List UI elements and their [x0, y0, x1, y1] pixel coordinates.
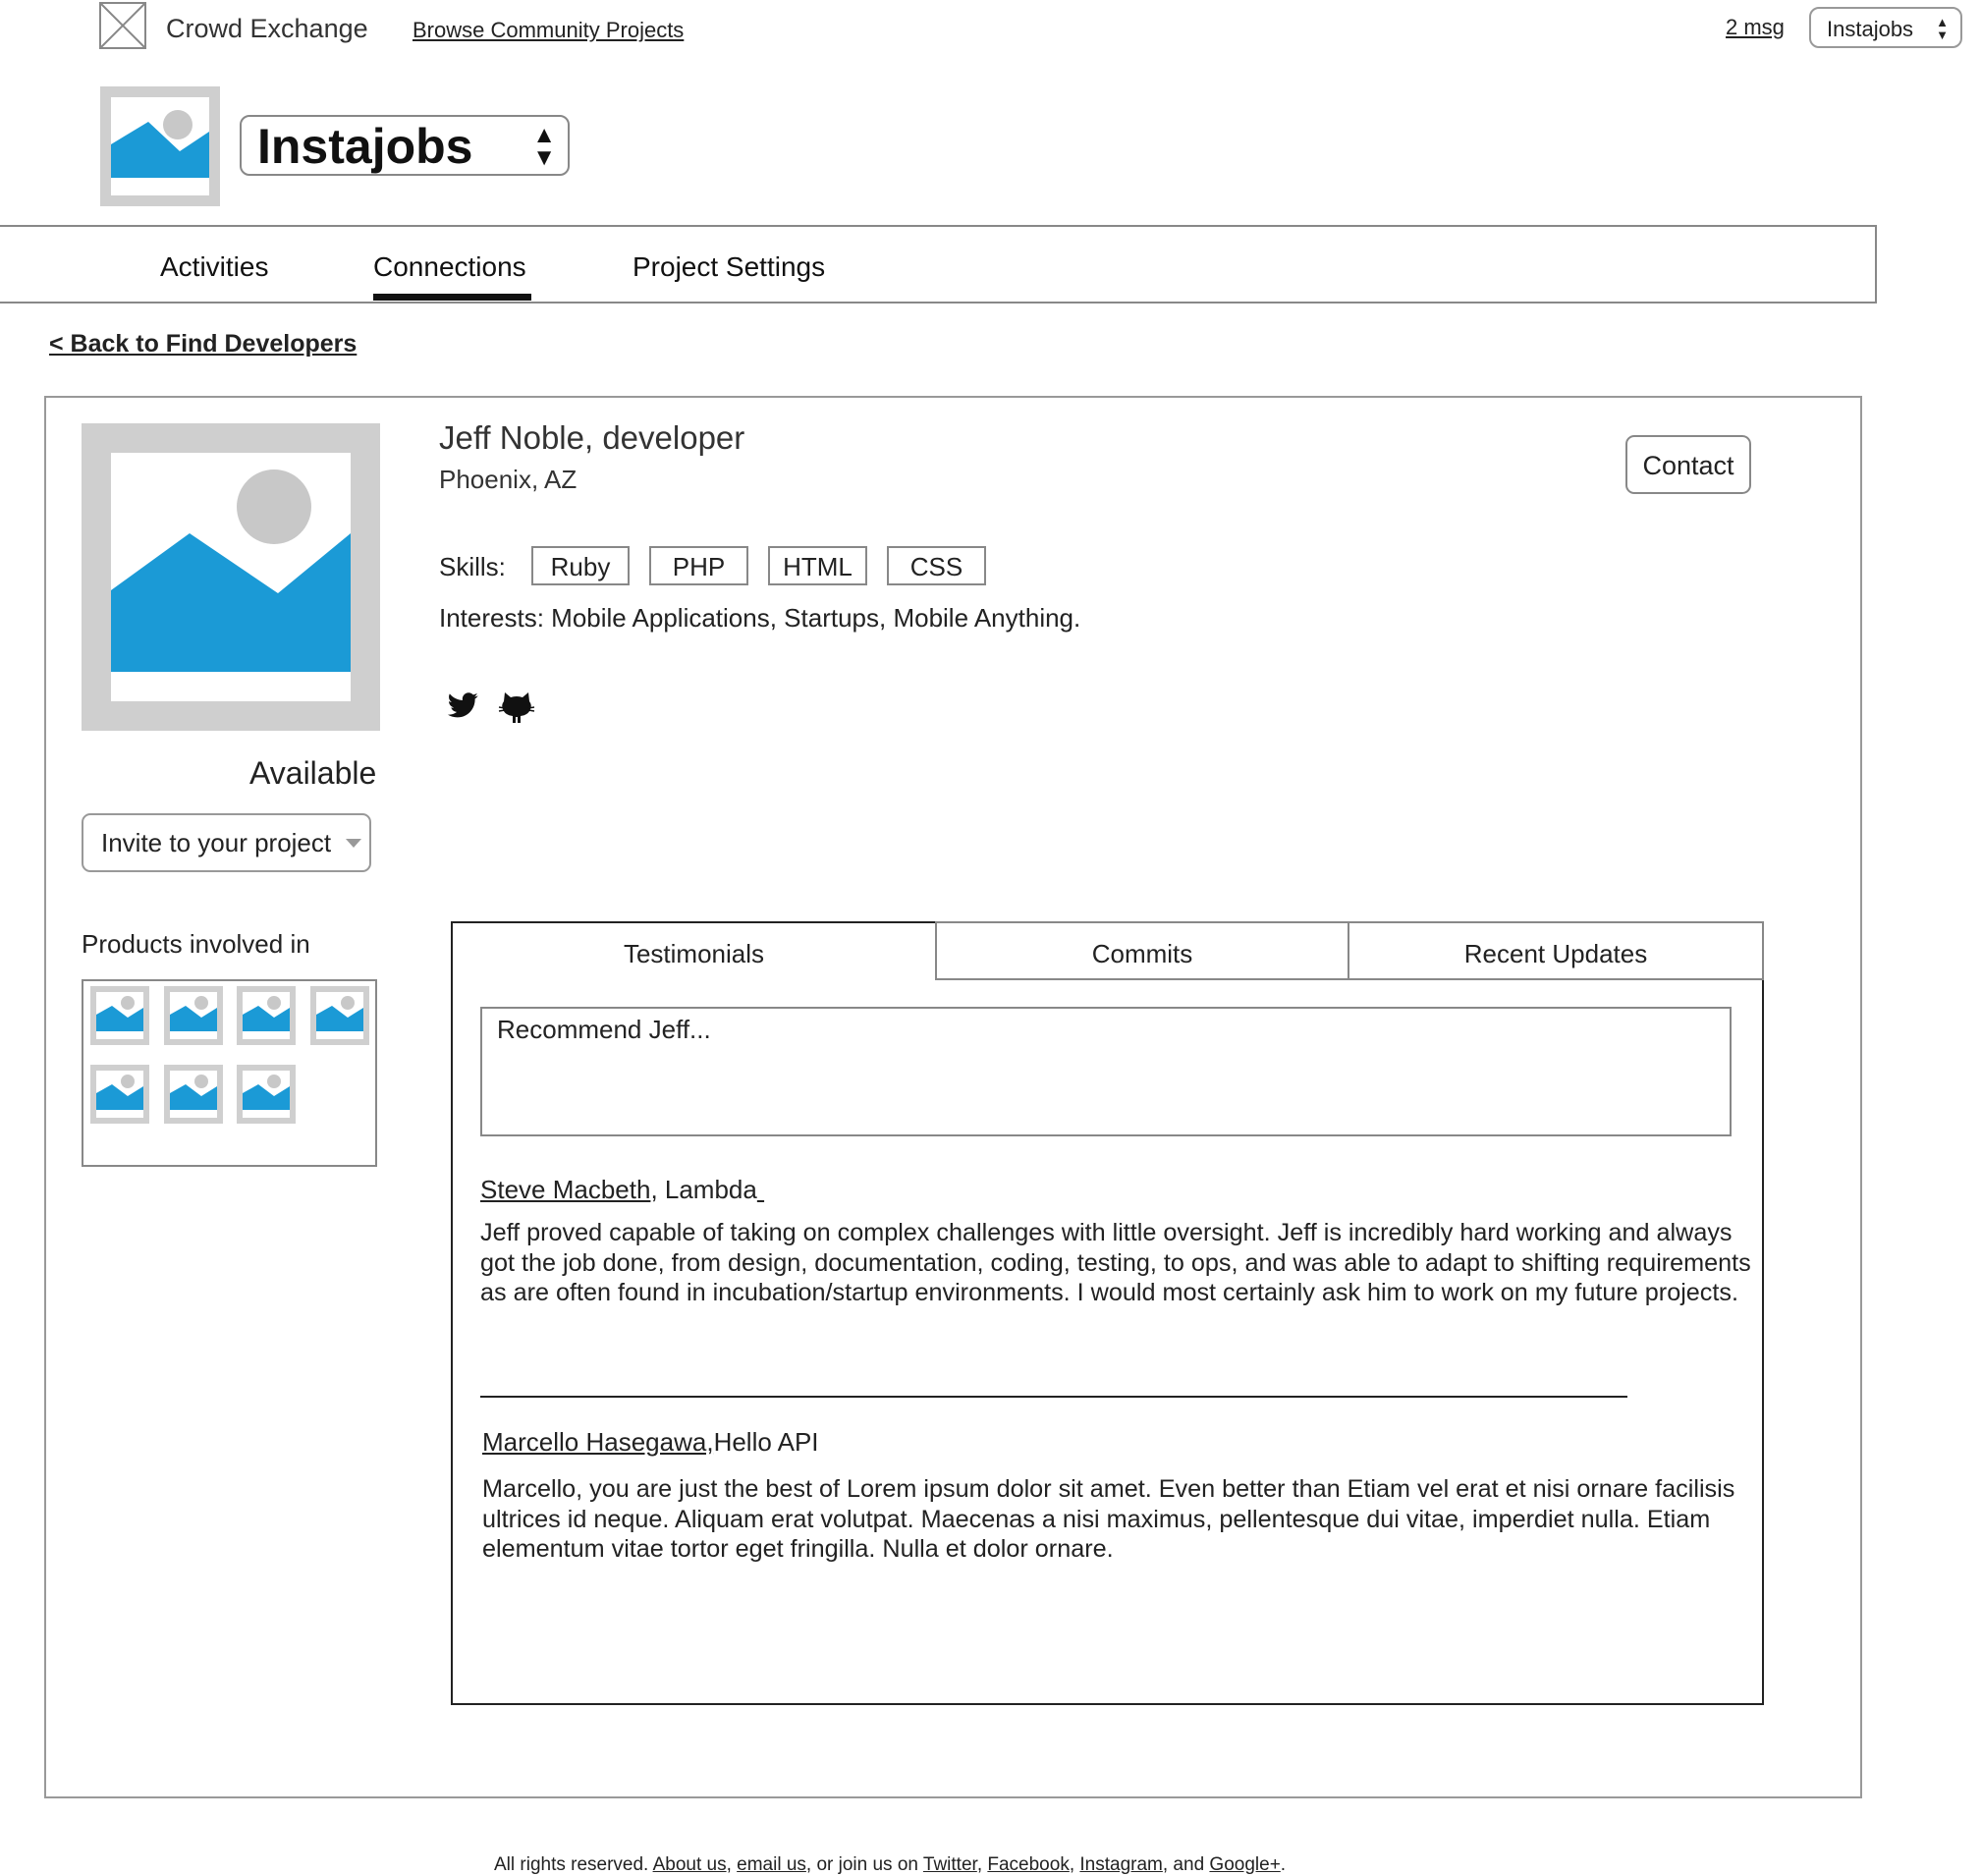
invite-select-label: Invite to your project: [101, 828, 332, 857]
product-thumbnail[interactable]: [90, 1065, 149, 1124]
footer-email-link[interactable]: email us: [737, 1854, 806, 1875]
testimonial-org: Hello API: [713, 1427, 819, 1457]
footer-facebook-link[interactable]: Facebook: [987, 1854, 1069, 1875]
footer-text: ,: [1069, 1854, 1080, 1875]
product-thumbnail[interactable]: [237, 986, 296, 1045]
footer-text: , and: [1162, 1854, 1210, 1875]
testimonial-body: Jeff proved capable of taking on complex…: [480, 1219, 1751, 1306]
tab-project-settings[interactable]: Project Settings: [633, 251, 825, 283]
invite-to-project-select[interactable]: Invite to your project: [82, 813, 371, 872]
select-arrows-icon: ▲ ▼: [532, 122, 556, 171]
skill-tag: Ruby: [531, 546, 630, 585]
footer-twitter-link[interactable]: Twitter: [923, 1854, 977, 1875]
project-select-label: Instajobs: [257, 119, 473, 174]
back-to-find-developers-link[interactable]: < Back to Find Developers: [49, 330, 357, 359]
twitter-icon[interactable]: [447, 690, 479, 722]
tab-activities[interactable]: Activities: [160, 251, 268, 283]
browse-projects-link[interactable]: Browse Community Projects: [413, 18, 684, 43]
footer-text: , or join us on: [805, 1854, 923, 1875]
chevron-down-icon: [346, 839, 361, 848]
footer: All rights reserved. About us, email us,…: [494, 1854, 1286, 1876]
tab-testimonials[interactable]: Testimonials: [451, 921, 937, 980]
footer-text: ,: [976, 1854, 988, 1875]
product-thumbnail[interactable]: [237, 1065, 296, 1124]
avatar: [82, 423, 380, 731]
skill-tag: CSS: [887, 546, 986, 585]
project-select[interactable]: Instajobs ▲ ▼: [240, 115, 570, 176]
testimonial-body: Marcello, you are just the best of Lorem…: [482, 1475, 1735, 1563]
project-image-placeholder: [100, 86, 220, 206]
product-thumbnail[interactable]: [163, 986, 223, 1045]
logo-icon: [99, 2, 146, 49]
tab-connections[interactable]: Connections: [373, 251, 526, 283]
skill-tag: HTML: [768, 546, 867, 585]
testimonial-author-link[interactable]: Steve Macbeth: [480, 1175, 650, 1204]
footer-google-link[interactable]: Google+: [1209, 1854, 1280, 1875]
testimonial-author-link[interactable]: Marcello Hasegawa,: [482, 1427, 714, 1457]
footer-instagram-link[interactable]: Instagram: [1079, 1854, 1162, 1875]
app-name: Crowd Exchange: [166, 14, 368, 43]
product-thumbnail[interactable]: [90, 986, 149, 1045]
availability-status: Available: [249, 755, 377, 791]
developer-name: Jeff Noble, developer: [439, 419, 745, 456]
footer-text: ,: [726, 1854, 738, 1875]
skill-tag: PHP: [649, 546, 748, 585]
testimonial-divider: [480, 1396, 1627, 1398]
active-tab-indicator: [373, 294, 531, 301]
product-thumbnail[interactable]: [163, 1065, 223, 1124]
recommend-textarea[interactable]: Recommend Jeff...: [480, 1007, 1732, 1136]
products-label: Products involved in: [82, 929, 310, 959]
testimonial-header: Steve Macbeth, Lambda: [480, 1175, 764, 1205]
footer-text: .: [1280, 1854, 1287, 1875]
product-thumbnail[interactable]: [309, 986, 369, 1045]
testimonial-org: , Lambda: [650, 1175, 757, 1204]
testimonial-header: Marcello Hasegawa,Hello API: [482, 1427, 819, 1458]
products-grid: [82, 979, 377, 1167]
messages-link[interactable]: 2 msg: [1726, 15, 1785, 40]
contact-button[interactable]: Contact: [1625, 435, 1751, 494]
github-icon[interactable]: [497, 687, 536, 726]
tab-recent-updates[interactable]: Recent Updates: [1348, 921, 1764, 980]
project-switcher-select[interactable]: Instajobs ▲ ▼: [1809, 7, 1962, 48]
tab-commits[interactable]: Commits: [935, 921, 1349, 980]
developer-interests: Interests: Mobile Applications, Startups…: [439, 603, 1081, 633]
cursor-mark: [757, 1175, 764, 1204]
project-nav: Activities Connections Project Settings: [0, 225, 1877, 303]
project-switcher-label: Instajobs: [1827, 17, 1914, 41]
footer-about-link[interactable]: About us: [653, 1854, 727, 1875]
developer-location: Phoenix, AZ: [439, 465, 578, 494]
skills-label: Skills:: [439, 552, 506, 581]
select-arrows-icon: ▲ ▼: [1936, 15, 1949, 42]
footer-text: All rights reserved.: [494, 1854, 653, 1875]
